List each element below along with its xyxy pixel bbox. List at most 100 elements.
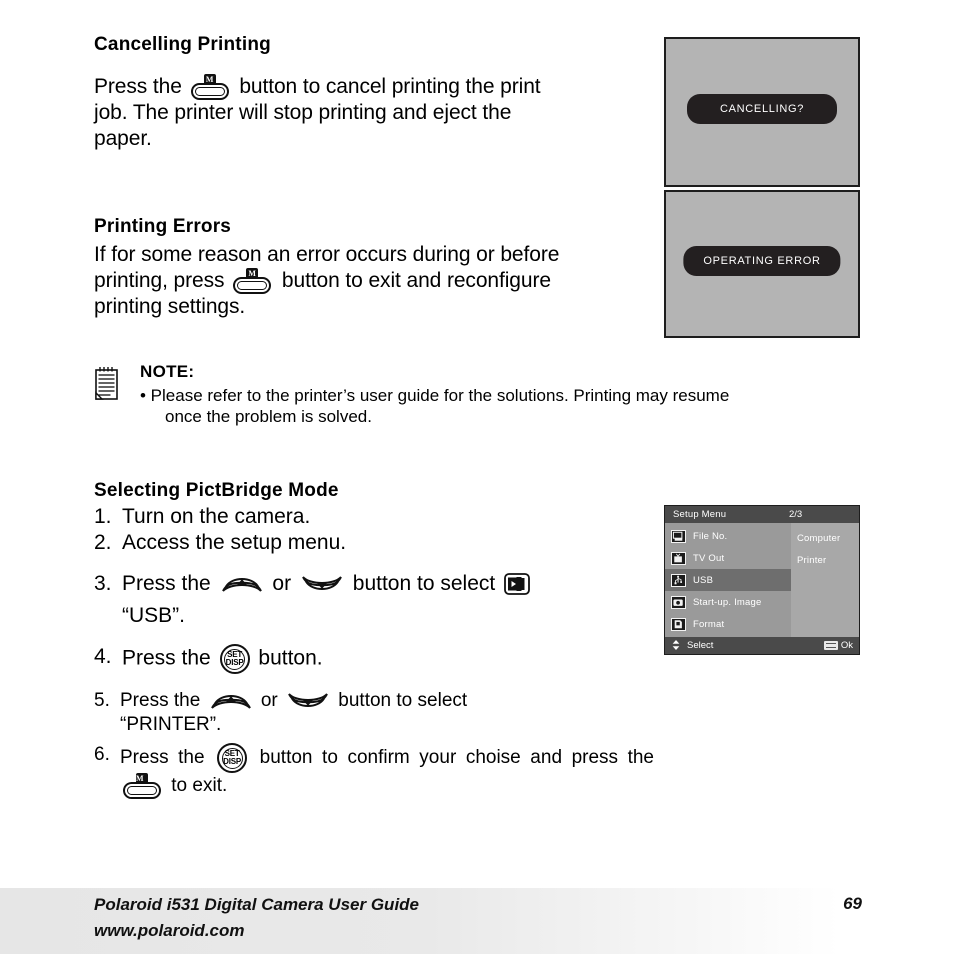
step-number: 2. — [94, 531, 112, 554]
menu-button-letter: M — [203, 74, 216, 86]
setup-menu-item-startup-image[interactable]: Start-up. Image — [665, 591, 791, 613]
step-number: 5. — [94, 690, 110, 711]
paragraph-printing-errors: If for some reason an error occurs durin… — [94, 242, 574, 319]
file-number-icon — [671, 529, 686, 543]
step3-part-c: button to select — [352, 572, 496, 595]
up-button-icon — [221, 573, 263, 595]
step-number: 3. — [94, 572, 112, 595]
heading-selecting-pictbridge-mode: Selecting PictBridge Mode — [94, 480, 339, 501]
menu-button-icon: M — [233, 267, 273, 294]
footer-website: www.polaroid.com — [94, 921, 245, 940]
step-number: 4. — [94, 645, 112, 668]
step-item: 5. Press the or button to select “PRINTE… — [94, 689, 654, 737]
note-bullet-line2: once the problem is solved. — [165, 407, 372, 426]
page-number: 69 — [843, 894, 862, 913]
setup-menu-item-tv-out[interactable]: TV Out — [665, 547, 791, 569]
step-item: 1. Turn on the camera. — [94, 504, 654, 530]
set-disp-button-icon: SET DISP — [217, 743, 248, 773]
setup-menu-item-label: TV Out — [693, 552, 725, 564]
step-item: 3. Press the or button to select — [94, 571, 654, 597]
setup-menu-footer-ok: Ok — [823, 640, 853, 651]
playback-mode-icon — [504, 573, 530, 596]
section-printing-errors: Printing Errors If for some reason an er… — [94, 216, 574, 319]
step-item: 6. Press the SET DISP button to confirm … — [94, 743, 654, 799]
document-page: Cancelling Printing Press the M button t… — [0, 0, 954, 954]
lcd-screen-operating-error: OPERATING ERROR — [664, 190, 860, 338]
step-text: Press the or button to select — [122, 571, 654, 597]
step-text: Press the SET DISP button. — [122, 644, 654, 674]
setup-menu-value-printer[interactable]: Printer — [791, 549, 859, 571]
menu-button-icon: M — [190, 74, 231, 101]
step6-part-b: button to confirm your choise and press … — [259, 747, 654, 769]
step-number: 6. — [94, 744, 110, 765]
menu-button-icon: M — [123, 773, 163, 799]
note-bullet: • Please refer to the printer’s user gui… — [140, 385, 884, 427]
heading-printing-errors: Printing Errors — [94, 216, 232, 237]
note-bullet-line1: • Please refer to the printer’s user gui… — [140, 386, 730, 405]
setup-menu-item-format[interactable]: Format — [665, 613, 791, 635]
menu-button-letter: M — [136, 773, 148, 784]
notepad-icon — [94, 366, 120, 402]
setup-menu-value-list: Computer Printer — [791, 523, 859, 637]
setup-menu-header: Setup Menu 2/3 — [665, 506, 859, 523]
step6-part-a: Press the — [120, 747, 205, 769]
step-text: Press the or button to select “PRINTER”. — [120, 689, 654, 737]
setup-menu-value-computer[interactable]: Computer — [791, 527, 859, 549]
up-button-icon — [210, 690, 252, 712]
section-cancelling-printing: Cancelling Printing Press the M button t… — [94, 34, 564, 151]
setup-menu-title: Setup Menu — [673, 509, 727, 520]
step-number: 1. — [94, 505, 112, 528]
step-text: Press the SET DISP button to confirm you… — [120, 743, 654, 799]
step-item: 2. Access the setup menu. — [94, 530, 654, 556]
tv-out-icon — [671, 551, 686, 565]
step3-part-b: or — [272, 572, 292, 595]
lcd-message-cancelling: CANCELLING? — [687, 94, 837, 124]
lcd-message-operating-error: OPERATING ERROR — [683, 246, 841, 276]
set-disp-bottom-label: DISP — [225, 658, 244, 667]
step3-part-a: Press the — [122, 572, 211, 595]
section-selecting-pictbridge-mode: Selecting PictBridge Mode 1. Turn on the… — [94, 480, 654, 799]
setup-menu-footer-ok-label: Ok — [840, 640, 853, 651]
step-text: Turn on the camera. — [122, 505, 311, 528]
step3-quoted-value: “USB”. — [122, 604, 185, 627]
step5-part-a: Press the — [120, 690, 201, 711]
lcd-screen-setup-menu: Setup Menu 2/3 File No. TV Out USB Start… — [664, 505, 860, 655]
setup-menu-body: File No. TV Out USB Start-up. Image Form… — [665, 523, 859, 637]
step-item-continuation: “USB”. — [94, 603, 654, 629]
up-down-arrows-icon — [671, 639, 683, 653]
step4-part-b: button. — [258, 646, 323, 670]
usb-icon — [671, 573, 686, 587]
lcd-screen-cancelling: CANCELLING? — [664, 37, 860, 187]
note-block: NOTE: • Please refer to the printer’s us… — [94, 362, 884, 427]
set-disp-bottom-label: DISP — [223, 757, 242, 766]
down-button-icon — [301, 573, 343, 595]
footer-guide-title: Polaroid i531 Digital Camera User Guide — [94, 895, 420, 914]
down-button-icon — [287, 690, 329, 712]
heading-cancelling-printing: Cancelling Printing — [94, 34, 271, 55]
step-text: Access the setup menu. — [122, 531, 347, 554]
step5-quoted-value: “PRINTER”. — [120, 714, 222, 735]
setup-menu-footer-select-label: Select — [687, 640, 714, 651]
menu-button-letter: M — [246, 267, 259, 279]
setup-menu-item-label: Start-up. Image — [693, 596, 762, 608]
step5-part-c: button to select — [338, 690, 468, 711]
startup-image-icon — [671, 595, 686, 609]
setup-menu-item-label: File No. — [693, 530, 728, 542]
set-disp-button-icon: SET DISP — [219, 644, 250, 674]
setup-menu-item-label: USB — [693, 574, 714, 586]
step-item: 4. Press the SET DISP button. — [94, 644, 654, 674]
setup-menu-item-usb[interactable]: USB — [665, 569, 791, 591]
note-content: NOTE: • Please refer to the printer’s us… — [140, 362, 884, 427]
footer-credits: Polaroid i531 Digital Camera User Guide … — [94, 892, 419, 944]
step6-part-c: to exit. — [171, 775, 228, 797]
step5-part-b: or — [260, 690, 278, 711]
cancelling-text-before: Press the — [94, 75, 182, 98]
setup-menu-item-label: Format — [693, 618, 725, 630]
setup-menu-footer: Select Ok — [665, 637, 859, 654]
set-key-badge-icon — [823, 641, 838, 650]
step4-part-a: Press the — [122, 646, 211, 670]
setup-menu-item-list: File No. TV Out USB Start-up. Image Form… — [665, 523, 791, 637]
note-title: NOTE: — [140, 362, 195, 381]
setup-menu-page-indicator: 2/3 — [789, 509, 803, 520]
setup-menu-item-file-no[interactable]: File No. — [665, 525, 791, 547]
